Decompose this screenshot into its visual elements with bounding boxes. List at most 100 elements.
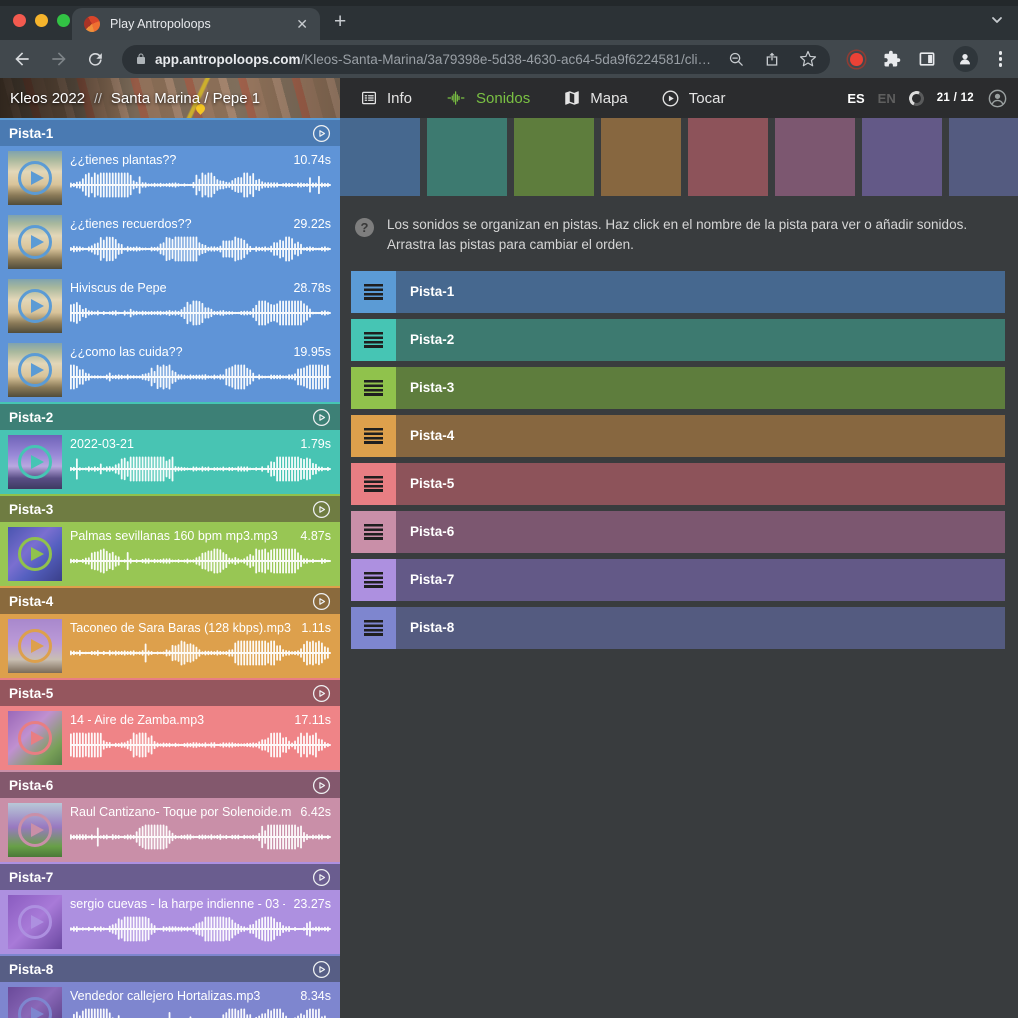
track-play-icon[interactable] xyxy=(312,776,331,795)
url-bar[interactable]: app.antropoloops.com/Kleos-Santa-Marina/… xyxy=(122,45,830,74)
breadcrumb-project[interactable]: Kleos 2022 xyxy=(10,90,85,107)
audio-clip[interactable]: ¿¿como las cuida??19.95s xyxy=(0,338,340,402)
track-row-label[interactable]: Pista-1 xyxy=(396,284,454,299)
track-row-label[interactable]: Pista-8 xyxy=(396,620,454,635)
clip-thumbnail[interactable] xyxy=(8,895,62,949)
clip-play-icon[interactable] xyxy=(18,629,52,663)
drag-handle[interactable] xyxy=(351,511,396,553)
track-play-icon[interactable] xyxy=(312,592,331,611)
clip-waveform[interactable] xyxy=(70,298,331,328)
clip-thumbnail[interactable] xyxy=(8,803,62,857)
track-header[interactable]: Pista-7 xyxy=(0,862,340,890)
clip-play-icon[interactable] xyxy=(18,997,52,1018)
browser-menu-icon[interactable] xyxy=(995,51,1007,67)
clip-thumbnail[interactable] xyxy=(8,619,62,673)
track-row[interactable]: Pista-4 xyxy=(351,415,1005,457)
account-icon[interactable] xyxy=(987,88,1008,109)
side-panel-icon[interactable] xyxy=(918,50,936,68)
audio-clip[interactable]: Taconeo de Sara Baras (128 kbps).mp31.11… xyxy=(0,614,340,678)
clip-thumbnail[interactable] xyxy=(8,527,62,581)
audio-clip[interactable]: ¿¿tienes recuerdos??29.22s xyxy=(0,210,340,274)
drag-handle[interactable] xyxy=(351,271,396,313)
browser-tab[interactable]: Play Antropoloops ✕ xyxy=(72,8,320,40)
clip-play-icon[interactable] xyxy=(18,225,52,259)
track-row[interactable]: Pista-7 xyxy=(351,559,1005,601)
nav-item-info[interactable]: Info xyxy=(360,89,412,107)
track-row-label[interactable]: Pista-5 xyxy=(396,476,454,491)
track-row-label[interactable]: Pista-2 xyxy=(396,332,454,347)
url-text[interactable]: app.antropoloops.com/Kleos-Santa-Marina/… xyxy=(155,52,720,67)
track-header[interactable]: Pista-3 xyxy=(0,494,340,522)
track-row[interactable]: Pista-8 xyxy=(351,607,1005,649)
track-header[interactable]: Pista-6 xyxy=(0,770,340,798)
track-play-icon[interactable] xyxy=(312,960,331,979)
clip-play-icon[interactable] xyxy=(18,289,52,323)
audio-clip[interactable]: Raul Cantizano- Toque por Solenoide.mp36… xyxy=(0,798,340,862)
track-row[interactable]: Pista-3 xyxy=(351,367,1005,409)
clip-play-icon[interactable] xyxy=(18,161,52,195)
clip-thumbnail[interactable] xyxy=(8,151,62,205)
back-icon[interactable] xyxy=(12,49,32,69)
track-header[interactable]: Pista-5 xyxy=(0,678,340,706)
clip-play-icon[interactable] xyxy=(18,905,52,939)
track-row-label[interactable]: Pista-7 xyxy=(396,572,454,587)
track-header[interactable]: Pista-4 xyxy=(0,586,340,614)
lock-icon[interactable] xyxy=(135,52,147,66)
clip-thumbnail[interactable] xyxy=(8,987,62,1018)
clip-thumbnail[interactable] xyxy=(8,343,62,397)
zoom-page-icon[interactable] xyxy=(728,51,745,68)
tab-close-icon[interactable]: ✕ xyxy=(296,16,308,33)
track-row[interactable]: Pista-6 xyxy=(351,511,1005,553)
track-play-icon[interactable] xyxy=(312,408,331,427)
clip-waveform[interactable] xyxy=(70,170,331,200)
drag-handle[interactable] xyxy=(351,415,396,457)
lang-toggle-en[interactable]: EN xyxy=(878,91,896,106)
drag-handle[interactable] xyxy=(351,559,396,601)
clip-thumbnail[interactable] xyxy=(8,435,62,489)
clip-play-icon[interactable] xyxy=(18,721,52,755)
clip-thumbnail[interactable] xyxy=(8,711,62,765)
track-row[interactable]: Pista-5 xyxy=(351,463,1005,505)
forward-icon[interactable] xyxy=(49,49,69,69)
clip-play-icon[interactable] xyxy=(18,445,52,479)
nav-item-mapa[interactable]: Mapa xyxy=(563,89,628,107)
extensions-puzzle-icon[interactable] xyxy=(883,50,901,68)
clip-waveform[interactable] xyxy=(70,638,331,668)
track-play-icon[interactable] xyxy=(312,124,331,143)
browser-profile-avatar[interactable] xyxy=(953,46,978,72)
audio-clip[interactable]: 2022-03-211.79s xyxy=(0,430,340,494)
track-play-icon[interactable] xyxy=(312,868,331,887)
track-header[interactable]: Pista-2 xyxy=(0,402,340,430)
minimize-window-button[interactable] xyxy=(35,14,48,27)
new-tab-button[interactable]: + xyxy=(334,10,346,34)
audio-clip[interactable]: sergio cuevas - la harpe indienne - 03 -… xyxy=(0,890,340,954)
clip-thumbnail[interactable] xyxy=(8,279,62,333)
track-header[interactable]: Pista-8 xyxy=(0,954,340,982)
track-row-label[interactable]: Pista-3 xyxy=(396,380,454,395)
clip-play-icon[interactable] xyxy=(18,813,52,847)
clip-waveform[interactable] xyxy=(70,234,331,264)
drag-handle[interactable] xyxy=(351,607,396,649)
audio-clip[interactable]: Palmas sevillanas 160 bpm mp3.mp34.87s xyxy=(0,522,340,586)
drag-handle[interactable] xyxy=(351,463,396,505)
reload-icon[interactable] xyxy=(86,50,105,69)
clip-play-icon[interactable] xyxy=(18,353,52,387)
track-play-icon[interactable] xyxy=(312,684,331,703)
clip-waveform[interactable] xyxy=(70,822,331,852)
lang-toggle-es[interactable]: ES xyxy=(847,91,864,106)
clip-thumbnail[interactable] xyxy=(8,215,62,269)
audio-clip[interactable]: Vendedor callejero Hortalizas.mp38.34s xyxy=(0,982,340,1018)
track-row-label[interactable]: Pista-4 xyxy=(396,428,454,443)
clip-waveform[interactable] xyxy=(70,546,331,576)
tab-search-chevron-icon[interactable] xyxy=(990,13,1004,27)
nav-item-sonidos[interactable]: Sonidos xyxy=(445,89,530,107)
track-play-icon[interactable] xyxy=(312,500,331,519)
track-header[interactable]: Pista-1 xyxy=(0,118,340,146)
clip-waveform[interactable] xyxy=(70,914,331,944)
track-row[interactable]: Pista-1 xyxy=(351,271,1005,313)
nav-item-tocar[interactable]: Tocar xyxy=(661,89,726,108)
drag-handle[interactable] xyxy=(351,319,396,361)
clip-waveform[interactable] xyxy=(70,1006,331,1018)
share-icon[interactable] xyxy=(764,50,780,68)
audio-clip[interactable]: Hiviscus de Pepe28.78s xyxy=(0,274,340,338)
